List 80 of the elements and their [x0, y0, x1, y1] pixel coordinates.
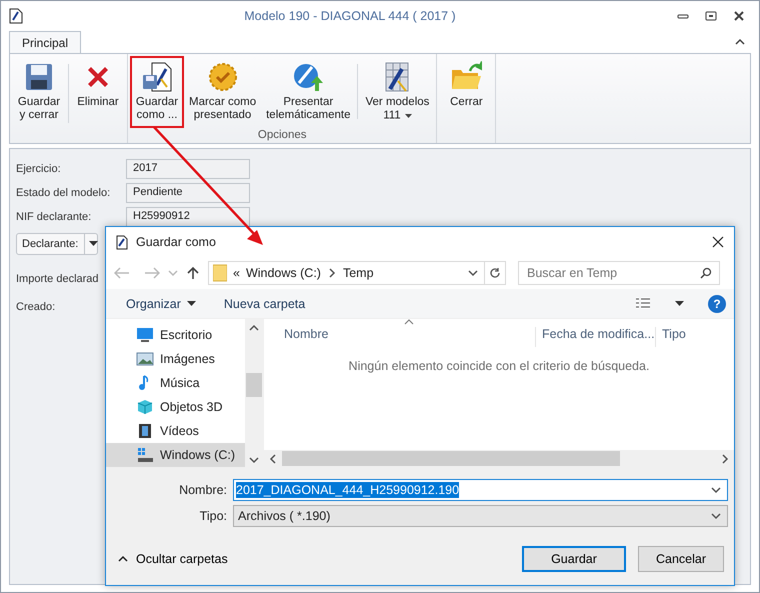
chevron-down-icon	[711, 485, 721, 495]
landscape-icon	[136, 351, 154, 367]
navigation-item[interactable]: Objetos 3D	[106, 395, 245, 419]
vertical-scrollbar[interactable]	[245, 319, 263, 467]
collapse-icon[interactable]	[735, 37, 745, 47]
text-field[interactable]: Pendiente	[126, 183, 250, 203]
caret-icon	[89, 241, 98, 247]
scroll-thumb[interactable]	[282, 451, 620, 466]
navigation-item[interactable]: Escritorio	[106, 323, 245, 347]
globe-upload-icon	[292, 61, 324, 93]
scroll-right-icon	[720, 454, 730, 464]
field-label: NIF declarante:	[16, 211, 92, 223]
field-label: Importe declarad	[16, 273, 99, 285]
scroll-thumb[interactable]	[246, 373, 262, 397]
horizontal-scrollbar[interactable]	[264, 450, 734, 467]
column-header[interactable]: Fecha de modifica...	[536, 327, 656, 347]
ribbon-button[interactable]: Ver modelos 111	[360, 56, 434, 129]
chevron-down-icon	[468, 268, 478, 278]
ribbon-tab[interactable]: Principal	[9, 31, 82, 53]
view-options-icon[interactable]	[635, 296, 651, 310]
cube-icon	[136, 399, 154, 415]
dropdown-button[interactable]: Declarante:	[16, 233, 98, 255]
breadcrumb-item[interactable]: Temp	[342, 266, 374, 280]
file-name-field[interactable]: 2017_DIAGONAL_444_H25990912.190	[233, 479, 728, 501]
scroll-down-icon	[249, 455, 259, 465]
text-field[interactable]: 2017	[126, 159, 250, 179]
navigation-item[interactable]: Imágenes	[106, 347, 245, 371]
restore-icon[interactable]	[705, 10, 717, 22]
ribbon-button[interactable]: Guardar y cerrar	[12, 56, 66, 128]
drive-icon	[136, 447, 154, 463]
field-label: Nombre:	[178, 483, 227, 497]
chevron-up-icon	[118, 554, 128, 564]
folder-icon	[213, 264, 227, 282]
group-label: Opciones	[256, 128, 308, 143]
search-icon	[700, 267, 712, 279]
hide-folders-button[interactable]: Ocultar carpetas	[118, 552, 514, 566]
navigation-item[interactable]: Vídeos	[106, 419, 245, 443]
up-arrow-icon[interactable]	[186, 266, 200, 280]
scroll-left-icon	[268, 454, 278, 464]
ribbon-button[interactable]: Marcar como presentado	[184, 56, 262, 128]
monitor-icon	[136, 327, 154, 343]
file-type-select[interactable]: Archivos ( *.190)	[233, 505, 728, 527]
navigation-item[interactable]: Windows (C:)	[106, 443, 245, 467]
scroll-up-icon	[249, 323, 259, 333]
caret-icon	[186, 300, 196, 306]
dialog-button[interactable]: Guardar	[522, 546, 626, 572]
address-bar[interactable]: « Windows (C:) Temp	[208, 261, 506, 285]
ribbon-button[interactable]: Guardar como ...	[130, 56, 184, 128]
empty-message: Ningún elemento coincide con el criterio de búsqueda.	[348, 359, 650, 373]
chevron-down-icon	[168, 268, 178, 278]
seal-icon	[206, 61, 239, 93]
navigation-item[interactable]: Música	[106, 371, 245, 395]
field-label: Estado del modelo:	[16, 187, 112, 199]
document-icon	[116, 234, 128, 250]
document-icon	[9, 8, 23, 24]
breadcrumb-item[interactable]: Windows (C:)	[246, 266, 321, 280]
ribbon-button[interactable]: Eliminar	[71, 56, 125, 115]
new-folder-button[interactable]: Nueva carpeta	[222, 294, 308, 312]
close-icon[interactable]	[733, 10, 745, 22]
column-header[interactable]: Nombre	[264, 327, 536, 347]
close-icon[interactable]	[712, 236, 724, 248]
text-field[interactable]: H25990912	[126, 207, 250, 227]
chevron-down-icon	[711, 511, 721, 521]
field-label: Creado:	[16, 301, 56, 313]
field-label: Tipo:	[198, 509, 227, 523]
field-label: Ejercicio:	[16, 163, 62, 175]
ribbon-button[interactable]: Cerrar	[439, 56, 494, 115]
caret-icon	[675, 300, 684, 306]
column-header[interactable]: Tipo	[656, 327, 726, 347]
window-title: Modelo 190 - DIAGONAL 444 ( 2017 )	[243, 9, 457, 23]
dialog-button[interactable]: Cancelar	[638, 546, 724, 572]
dialog-title: Guardar como	[136, 235, 217, 249]
help-icon[interactable]: ?	[708, 294, 726, 312]
refresh-icon[interactable]	[489, 267, 501, 279]
ribbon-button[interactable]: Presentar telemáticamente	[261, 56, 356, 128]
film-strip-icon	[136, 423, 154, 439]
document-floppy-icon	[141, 61, 173, 93]
chevron-right-icon	[326, 268, 337, 278]
search-field[interactable]: Buscar en Temp	[518, 261, 720, 285]
organize-menu[interactable]: Organizar	[124, 294, 198, 312]
